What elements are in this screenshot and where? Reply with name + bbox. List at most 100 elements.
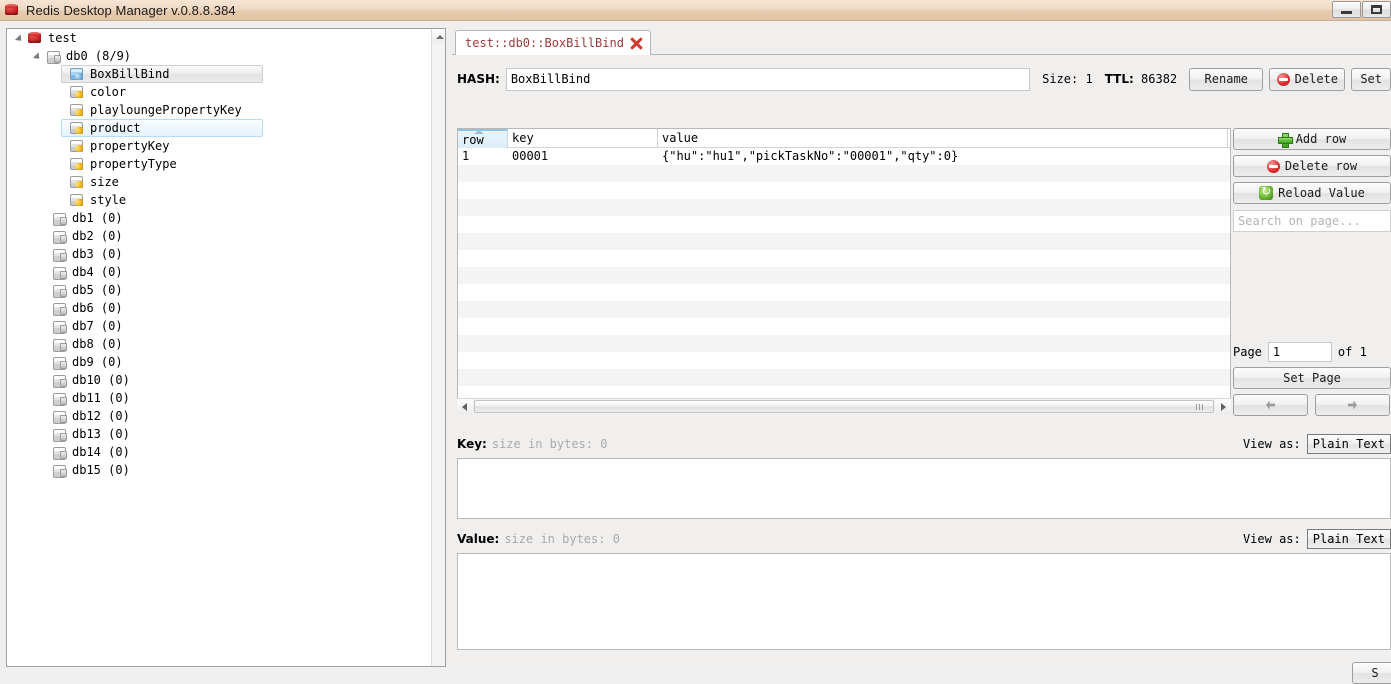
tree-item-style[interactable]: style: [7, 191, 431, 209]
tree-item-db15[interactable]: db15 (0): [7, 461, 431, 479]
close-icon[interactable]: [630, 37, 643, 50]
table-row-empty[interactable]: [458, 233, 1230, 250]
value-editor-textarea[interactable]: [457, 553, 1391, 650]
save-label: S: [1371, 666, 1379, 680]
prev-page-button[interactable]: [1233, 394, 1308, 416]
table-cell-value[interactable]: {"hu":"hu1","pickTaskNo":"00001","qty":0…: [658, 148, 1228, 165]
table-row-empty[interactable]: [458, 284, 1230, 301]
table-header-key[interactable]: key: [508, 129, 658, 148]
tree-item-db6[interactable]: db6 (0): [7, 299, 431, 317]
tree-item-label: BoxBillBind: [90, 67, 170, 81]
main-frame: test db0 (8/9) BoxBillBind color playloungeP…: [0, 21, 1391, 684]
table-horizontal-scrollbar[interactable]: [457, 398, 1231, 414]
tree-item-label: db8 (0): [72, 337, 123, 351]
reload-icon: [1259, 184, 1274, 200]
table-header-label: value: [662, 131, 699, 145]
tree-item-db14[interactable]: db14 (0): [7, 443, 431, 461]
tree-item-db2[interactable]: db2 (0): [7, 227, 431, 245]
scroll-up-arrow-icon[interactable]: [432, 29, 445, 43]
tree-item-label: db4 (0): [72, 265, 123, 279]
table-cell-key[interactable]: 00001: [508, 148, 658, 165]
table-row-empty[interactable]: [458, 250, 1230, 267]
next-page-button[interactable]: [1315, 394, 1390, 416]
table-row-empty[interactable]: [458, 267, 1230, 284]
key-tree[interactable]: test db0 (8/9) BoxBillBind color playloungeP…: [7, 29, 431, 666]
tree-item-color[interactable]: color: [7, 83, 431, 101]
tree-item-size[interactable]: size: [7, 173, 431, 191]
table-body[interactable]: 1 00001 {"hu":"hu1","pickTaskNo":"00001","…: [458, 148, 1230, 403]
table-row-empty[interactable]: [458, 335, 1230, 352]
set-ttl-button[interactable]: Set: [1351, 67, 1391, 91]
table-row-empty[interactable]: [458, 352, 1230, 369]
tree-item-db0[interactable]: db0 (8/9): [7, 47, 431, 65]
table-row-empty[interactable]: [458, 318, 1230, 335]
set-page-button[interactable]: Set Page: [1233, 367, 1391, 389]
expand-collapse-icon[interactable]: [33, 47, 45, 65]
value-view-as-label: View as:: [1242, 532, 1301, 546]
table-row-empty[interactable]: [458, 182, 1230, 199]
key-name-input[interactable]: BoxBillBind: [505, 67, 1031, 91]
key-editor-label: Key:: [457, 437, 487, 451]
tree-item-product[interactable]: product: [7, 119, 431, 137]
tree-item-label: db6 (0): [72, 301, 123, 315]
redis-server-icon: [27, 30, 43, 46]
hash-table[interactable]: row key value 1 00001 {"hu":"hu1","pickTaskN…: [457, 128, 1231, 414]
tree-item-db7[interactable]: db7 (0): [7, 317, 431, 335]
table-row-empty[interactable]: [458, 199, 1230, 216]
table-row[interactable]: 1 00001 {"hu":"hu1","pickTaskNo":"00001","…: [458, 148, 1230, 165]
tree-item-db11[interactable]: db11 (0): [7, 389, 431, 407]
tree-item-label: db9 (0): [72, 355, 123, 369]
database-icon: [51, 300, 67, 316]
table-row-empty[interactable]: [458, 165, 1230, 182]
minimize-button[interactable]: [1332, 1, 1361, 18]
key-editor-textarea[interactable]: [457, 458, 1391, 519]
tree-item-db12[interactable]: db12 (0): [7, 407, 431, 425]
save-button[interactable]: S: [1352, 662, 1391, 684]
key-editor-header: Key: size in bytes: 0 View as: Plain Tex…: [452, 433, 1391, 455]
search-input[interactable]: Search on page...: [1233, 210, 1391, 232]
tree-item-propertytype[interactable]: propertyType: [7, 155, 431, 173]
scroll-left-arrow-icon[interactable]: [457, 399, 473, 414]
tree-vertical-scrollbar[interactable]: [431, 29, 445, 666]
table-header-label: key: [512, 131, 534, 145]
table-row-empty[interactable]: [458, 369, 1230, 386]
tree-item-db5[interactable]: db5 (0): [7, 281, 431, 299]
page-number-input[interactable]: 1: [1267, 342, 1332, 362]
delete-row-button[interactable]: Delete row: [1233, 155, 1391, 177]
expand-collapse-icon[interactable]: [15, 29, 27, 47]
maximize-button[interactable]: [1362, 1, 1391, 18]
tree-item-db10[interactable]: db10 (0): [7, 371, 431, 389]
add-row-button[interactable]: Add row: [1233, 128, 1391, 150]
table-header-row[interactable]: row: [458, 129, 508, 148]
tree-item-propertykey[interactable]: propertyKey: [7, 137, 431, 155]
tree-item-label: db5 (0): [72, 283, 123, 297]
tree-item-test[interactable]: test: [7, 29, 431, 47]
key-size-stat: Size: 1: [1042, 72, 1093, 86]
tab-boxbillbind[interactable]: test::db0::BoxBillBind: [455, 30, 651, 55]
key-view-as-select[interactable]: Plain Text: [1306, 434, 1391, 454]
delete-key-button[interactable]: Delete: [1269, 67, 1346, 91]
rename-button[interactable]: Rename: [1189, 67, 1264, 91]
delete-circle-icon: [1266, 159, 1280, 173]
tree-item-db8[interactable]: db8 (0): [7, 335, 431, 353]
table-row-empty[interactable]: [458, 216, 1230, 233]
tree-item-db1[interactable]: db1 (0): [7, 209, 431, 227]
reload-value-button[interactable]: Reload Value: [1233, 182, 1391, 204]
value-view-as-select[interactable]: Plain Text: [1306, 529, 1391, 549]
window-titlebar: Redis Desktop Manager v.0.8.8.384: [0, 0, 1391, 21]
tree-item-db9[interactable]: db9 (0): [7, 353, 431, 371]
row-actions-column: Add row Delete row Reload Value Search o…: [1233, 128, 1391, 232]
maximize-icon: [1371, 5, 1382, 14]
tree-item-boxbillbind[interactable]: BoxBillBind: [7, 65, 431, 83]
table-header-value[interactable]: value: [658, 129, 1228, 148]
pager-row: Page 1 of 1: [1233, 342, 1391, 362]
table-cell-row[interactable]: 1: [458, 148, 508, 165]
horizontal-scroll-thumb[interactable]: [474, 400, 1214, 413]
tree-item-playloungepropertykey[interactable]: playloungePropertyKey: [7, 101, 431, 119]
tree-item-db3[interactable]: db3 (0): [7, 245, 431, 263]
scroll-right-arrow-icon[interactable]: [1215, 399, 1231, 414]
table-row-empty[interactable]: [458, 301, 1230, 318]
tree-item-db4[interactable]: db4 (0): [7, 263, 431, 281]
tree-item-db13[interactable]: db13 (0): [7, 425, 431, 443]
key-header-row: HASH: BoxBillBind Size: 1 TTL: 86382 Ren…: [452, 65, 1391, 93]
